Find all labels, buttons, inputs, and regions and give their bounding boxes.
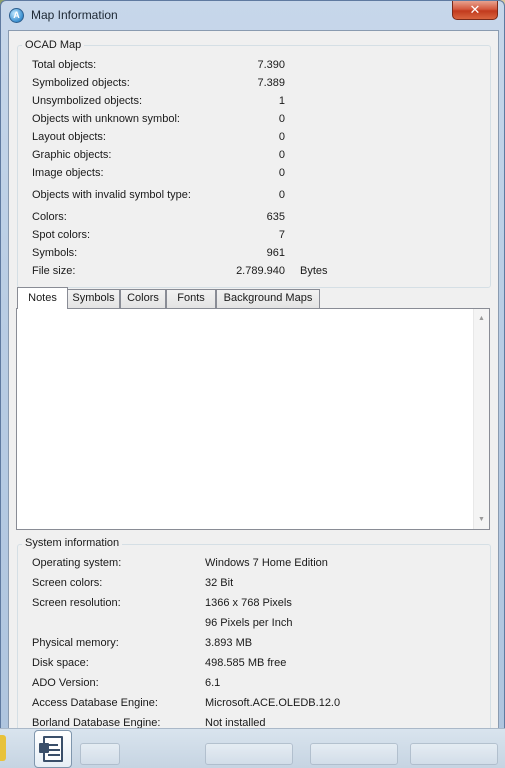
scroll-down-arrow-icon[interactable]: ▼: [474, 512, 489, 527]
ocad-map-group-title: OCAD Map: [22, 39, 85, 51]
scroll-up-arrow-icon[interactable]: ▲: [474, 311, 489, 326]
stat-value-graphic-objects: 0: [278, 149, 285, 161]
ocad-app-icon[interactable]: A: [9, 8, 24, 23]
dialog-client-area: OCAD Map Total objects: 7.390 Symbolized…: [8, 30, 499, 744]
notes-panel: ▲ ▼: [16, 308, 490, 530]
stat-label-symbolized-objects: Symbolized objects:: [32, 77, 130, 89]
title-bar[interactable]: A Map Information ✕: [1, 1, 504, 31]
stat-label-total-objects: Total objects:: [32, 59, 97, 71]
close-button[interactable]: ✕: [452, 1, 498, 20]
ghost-button-ok: [205, 743, 293, 765]
document-glyph-line: [48, 754, 60, 756]
map-information-window: A Map Information ✕ OCAD Map Total objec…: [0, 0, 505, 768]
stat-value-image-objects: 0: [278, 167, 285, 179]
taskbar: [0, 728, 505, 768]
stat-value-file-size: 2.789.940: [236, 265, 285, 277]
sys-value-operating-system: Windows 7 Home Edition: [205, 557, 328, 569]
window-title: Map Information: [31, 8, 118, 22]
document-glyph-line: [48, 749, 60, 751]
sys-label-operating-system: Operating system:: [32, 557, 122, 569]
stat-label-symbols: Symbols:: [32, 247, 78, 259]
sys-label-ado-version: ADO Version:: [32, 677, 99, 689]
stat-label-image-objects: Image objects:: [32, 167, 104, 179]
ghost-button-cancel: [310, 743, 398, 765]
tab-symbols[interactable]: Symbols: [67, 289, 120, 308]
tab-colors[interactable]: Colors: [120, 289, 166, 308]
stat-value-layout-objects: 0: [278, 131, 285, 143]
sys-value-pixels-per-inch: 96 Pixels per Inch: [205, 617, 293, 629]
sys-value-disk-space: 498.585 MB free: [205, 657, 287, 669]
document-glyph-line: [48, 744, 58, 746]
stat-value-symbolized-objects: 7.389: [257, 77, 285, 89]
tab-fonts[interactable]: Fonts: [166, 289, 216, 308]
system-information-title: System information: [22, 537, 123, 549]
close-icon: ✕: [469, 2, 481, 17]
stat-label-file-size: File size:: [32, 265, 76, 277]
sys-value-screen-resolution: 1366 x 768 Pixels: [205, 597, 292, 609]
sys-label-screen-resolution: Screen resolution:: [32, 597, 121, 609]
stat-value-total-objects: 7.390: [257, 59, 285, 71]
ghost-button-help: [410, 743, 498, 765]
sys-value-physical-memory: 3.893 MB: [205, 637, 253, 649]
ghost-button-1: [80, 743, 120, 765]
stat-unit-file-size: Bytes: [300, 265, 328, 277]
notes-scrollbar[interactable]: ▲ ▼: [473, 309, 489, 529]
stat-value-symbols: 961: [266, 247, 285, 259]
sys-label-screen-colors: Screen colors:: [32, 577, 103, 589]
stat-label-colors: Colors:: [32, 211, 67, 223]
sys-label-access-db-engine: Access Database Engine:: [32, 697, 158, 709]
desktop-edge-sliver: [0, 735, 6, 761]
document-glyph: [39, 736, 63, 762]
tab-background-maps[interactable]: Background Maps: [216, 289, 320, 308]
sys-value-ado-version: 6.1: [205, 677, 221, 689]
sys-value-screen-colors: 32 Bit: [205, 577, 234, 589]
sys-value-access-db-engine: Microsoft.ACE.OLEDB.12.0: [205, 697, 341, 709]
sys-label-physical-memory: Physical memory:: [32, 637, 119, 649]
stat-label-unsymbolized-objects: Unsymbolized objects:: [32, 95, 143, 107]
sys-label-disk-space: Disk space:: [32, 657, 89, 669]
stat-value-unknown-symbol: 0: [278, 113, 285, 125]
stat-value-invalid-symbol-type: 0: [278, 189, 285, 201]
notes-text-area[interactable]: [17, 309, 473, 529]
stat-label-spot-colors: Spot colors:: [32, 229, 91, 241]
stat-value-unsymbolized-objects: 1: [278, 95, 285, 107]
stat-value-spot-colors: 7: [278, 229, 285, 241]
stat-label-layout-objects: Layout objects:: [32, 131, 106, 143]
stat-value-colors: 635: [266, 211, 285, 223]
stat-label-graphic-objects: Graphic objects:: [32, 149, 112, 161]
document-editor-icon[interactable]: [34, 730, 72, 768]
tab-notes[interactable]: Notes: [17, 287, 68, 309]
